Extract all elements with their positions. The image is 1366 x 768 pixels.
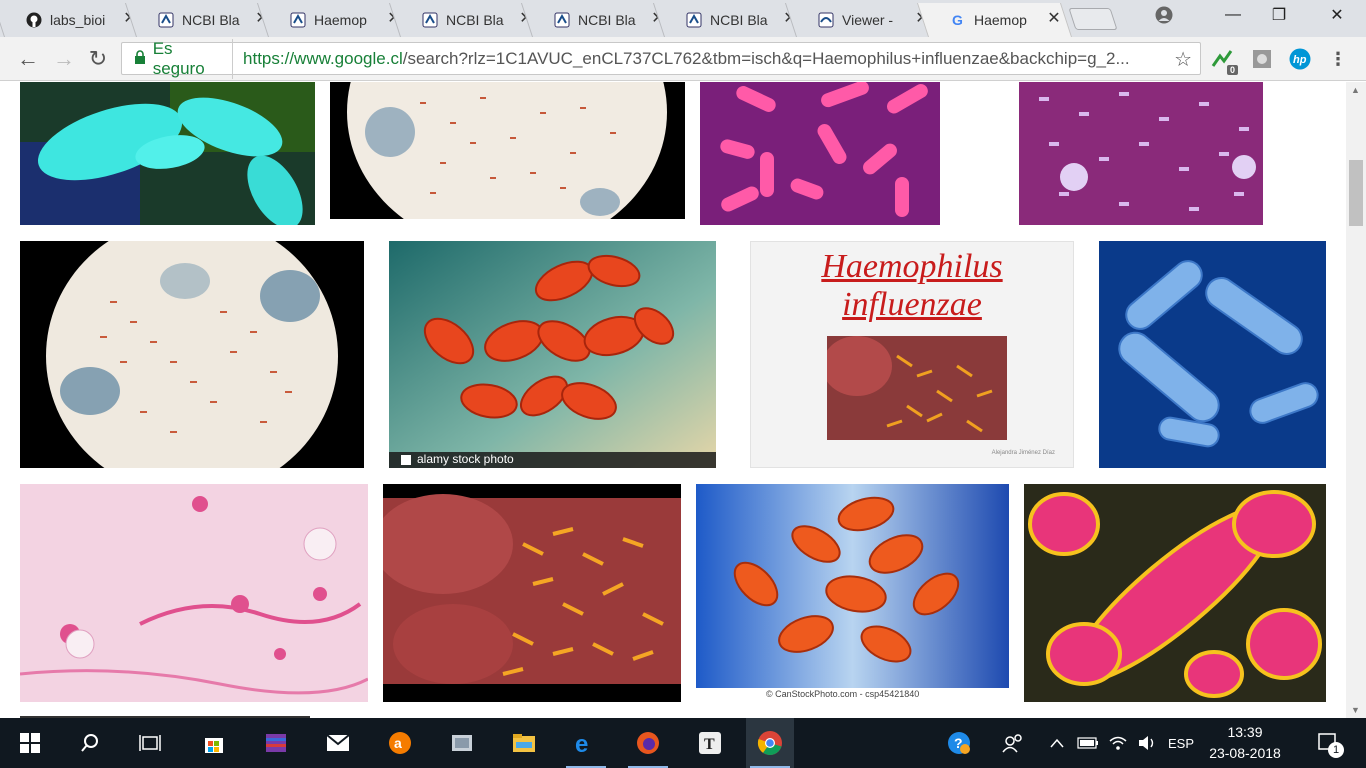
svg-text:e: e bbox=[575, 731, 588, 755]
result-image-pink-tissue[interactable] bbox=[20, 484, 368, 702]
clock-date: 23-08-2018 bbox=[1209, 745, 1281, 761]
system-clock[interactable]: 13:39 23-08-2018 bbox=[1200, 722, 1290, 764]
wifi-icon[interactable] bbox=[1106, 718, 1130, 768]
bookmark-star-icon[interactable]: ☆ bbox=[1174, 47, 1192, 72]
task-view-icon[interactable] bbox=[126, 718, 174, 768]
restore-button[interactable]: ❐ bbox=[1256, 0, 1302, 30]
typora-icon[interactable]: T bbox=[686, 718, 734, 768]
extension-icon[interactable]: 0 bbox=[1210, 47, 1238, 75]
app-icon-grey[interactable] bbox=[438, 718, 486, 768]
chrome-icon[interactable] bbox=[746, 718, 794, 768]
tab-title: Haemop bbox=[314, 12, 367, 28]
result-image-canstock-3d-bacteria[interactable]: © CanStockPhoto.com - csp45421840 bbox=[696, 484, 1009, 702]
browser-toolbar: ← → ↻ Es seguro https://www.google.cl /s… bbox=[0, 37, 1366, 81]
ncbi-icon bbox=[422, 12, 438, 28]
result-image-orange-rods-red-cells[interactable] bbox=[383, 484, 681, 702]
chevron-up-icon[interactable] bbox=[1046, 718, 1068, 768]
tab-title: NCBI Bla bbox=[182, 12, 240, 28]
mail-icon[interactable] bbox=[314, 718, 362, 768]
menu-icon[interactable]: ⋮ bbox=[1326, 47, 1350, 71]
scroll-down-icon[interactable]: ▼ bbox=[1351, 705, 1360, 715]
scroll-up-icon[interactable]: ▲ bbox=[1351, 85, 1360, 95]
slide-author: Alejandra Jiménez Díaz bbox=[991, 450, 1055, 456]
notification-center-icon[interactable]: 1 bbox=[1306, 718, 1350, 768]
tab-title: Haemop bbox=[974, 12, 1027, 28]
file-explorer-icon[interactable] bbox=[500, 718, 548, 768]
result-image-magenta-cells[interactable] bbox=[1024, 484, 1326, 702]
windows-start-icon[interactable] bbox=[6, 718, 54, 768]
profile-icon[interactable] bbox=[1141, 0, 1187, 30]
slide-title-line-1: Haemophilus bbox=[821, 248, 1003, 285]
windows-taskbar: a e T ? ESP 13:39 23-08-2018 1 bbox=[0, 718, 1366, 768]
forward-button[interactable]: → bbox=[50, 45, 78, 73]
scrollbar-thumb[interactable] bbox=[1349, 160, 1363, 226]
back-button[interactable]: ← bbox=[14, 45, 42, 73]
vertical-scrollbar[interactable]: ▲ ▼ bbox=[1346, 82, 1366, 718]
ncbi-icon bbox=[686, 12, 702, 28]
tab-title: NCBI Bla bbox=[710, 12, 768, 28]
google-icon: G bbox=[950, 12, 966, 28]
battery-icon[interactable] bbox=[1076, 718, 1100, 768]
edge-icon[interactable]: e bbox=[562, 718, 610, 768]
volume-icon[interactable] bbox=[1134, 718, 1160, 768]
notification-count: 1 bbox=[1328, 742, 1344, 758]
url-path[interactable]: /search?rlz=1C1AVUC_enCL737CL762&tbm=isc… bbox=[403, 49, 1200, 69]
ncbi-icon bbox=[158, 12, 174, 28]
viewer-icon bbox=[818, 12, 834, 28]
result-image-microscope-gram-stain[interactable] bbox=[330, 82, 685, 219]
people-icon[interactable] bbox=[1000, 718, 1026, 768]
tab-title: NCBI Bla bbox=[446, 12, 504, 28]
security-label[interactable]: Es seguro bbox=[153, 38, 234, 79]
result-image-alamy-3d-bacteria[interactable]: alamy stock photo bbox=[389, 241, 716, 468]
avast-icon[interactable]: a bbox=[376, 718, 424, 768]
minimize-button[interactable]: — bbox=[1210, 0, 1256, 30]
extension-badge: 0 bbox=[1226, 65, 1238, 75]
slide-title-line-2: influenzae bbox=[842, 286, 982, 323]
result-image-blue-rods[interactable] bbox=[1099, 241, 1326, 468]
address-bar[interactable]: Es seguro https://www.google.cl /search?… bbox=[121, 38, 1201, 79]
tab-strip: labs_bioi ✕ NCBI Bla ✕ Haemop ✕ NCBI Bla… bbox=[0, 0, 1366, 37]
svg-text:G: G bbox=[952, 12, 963, 28]
help-icon[interactable]: ? bbox=[944, 718, 974, 768]
winrar-icon[interactable] bbox=[252, 718, 300, 768]
github-icon bbox=[26, 12, 42, 28]
svg-text:T: T bbox=[704, 736, 715, 753]
tab-title: labs_bioi bbox=[50, 12, 106, 28]
tab-title: NCBI Bla bbox=[578, 12, 636, 28]
close-tab-icon[interactable]: ✕ bbox=[1046, 11, 1062, 27]
url-host[interactable]: https://www.google.cl bbox=[243, 49, 403, 69]
reload-button[interactable]: ↻ bbox=[84, 45, 112, 73]
close-window-button[interactable]: ✕ bbox=[1314, 0, 1360, 30]
result-image-presentation-slide[interactable]: Haemophilus influenzae Alejandra Jiménez… bbox=[750, 241, 1074, 468]
extension-grey-icon[interactable] bbox=[1250, 47, 1274, 71]
language-indicator[interactable]: ESP bbox=[1164, 718, 1198, 768]
result-image-purple-rods-field[interactable] bbox=[1019, 82, 1263, 225]
ncbi-icon bbox=[554, 12, 570, 28]
tab-title: Viewer - bbox=[842, 12, 894, 28]
result-image-pink-rods-purple[interactable] bbox=[700, 82, 940, 225]
image-results-grid: alamy stock photo Haemophilus influenzae… bbox=[0, 82, 1346, 718]
tab-haemop-google-active[interactable]: G Haemop ✕ bbox=[916, 3, 1072, 37]
search-icon[interactable] bbox=[66, 718, 114, 768]
new-tab-button[interactable] bbox=[1068, 8, 1118, 30]
hp-icon[interactable]: hp bbox=[1288, 47, 1312, 71]
svg-text:a: a bbox=[394, 735, 402, 751]
lock-icon bbox=[134, 50, 147, 67]
svg-text:hp: hp bbox=[1293, 54, 1307, 66]
ncbi-icon bbox=[290, 12, 306, 28]
clock-time: 13:39 bbox=[1227, 724, 1263, 740]
store-icon[interactable] bbox=[190, 718, 238, 768]
firefox-icon[interactable] bbox=[624, 718, 672, 768]
canstock-caption: © CanStockPhoto.com - csp45421840 bbox=[766, 689, 920, 699]
result-image-microscope-circle[interactable] bbox=[20, 241, 364, 468]
alamy-caption: alamy stock photo bbox=[417, 452, 514, 466]
result-image-cyan-bacteria[interactable] bbox=[20, 82, 315, 225]
